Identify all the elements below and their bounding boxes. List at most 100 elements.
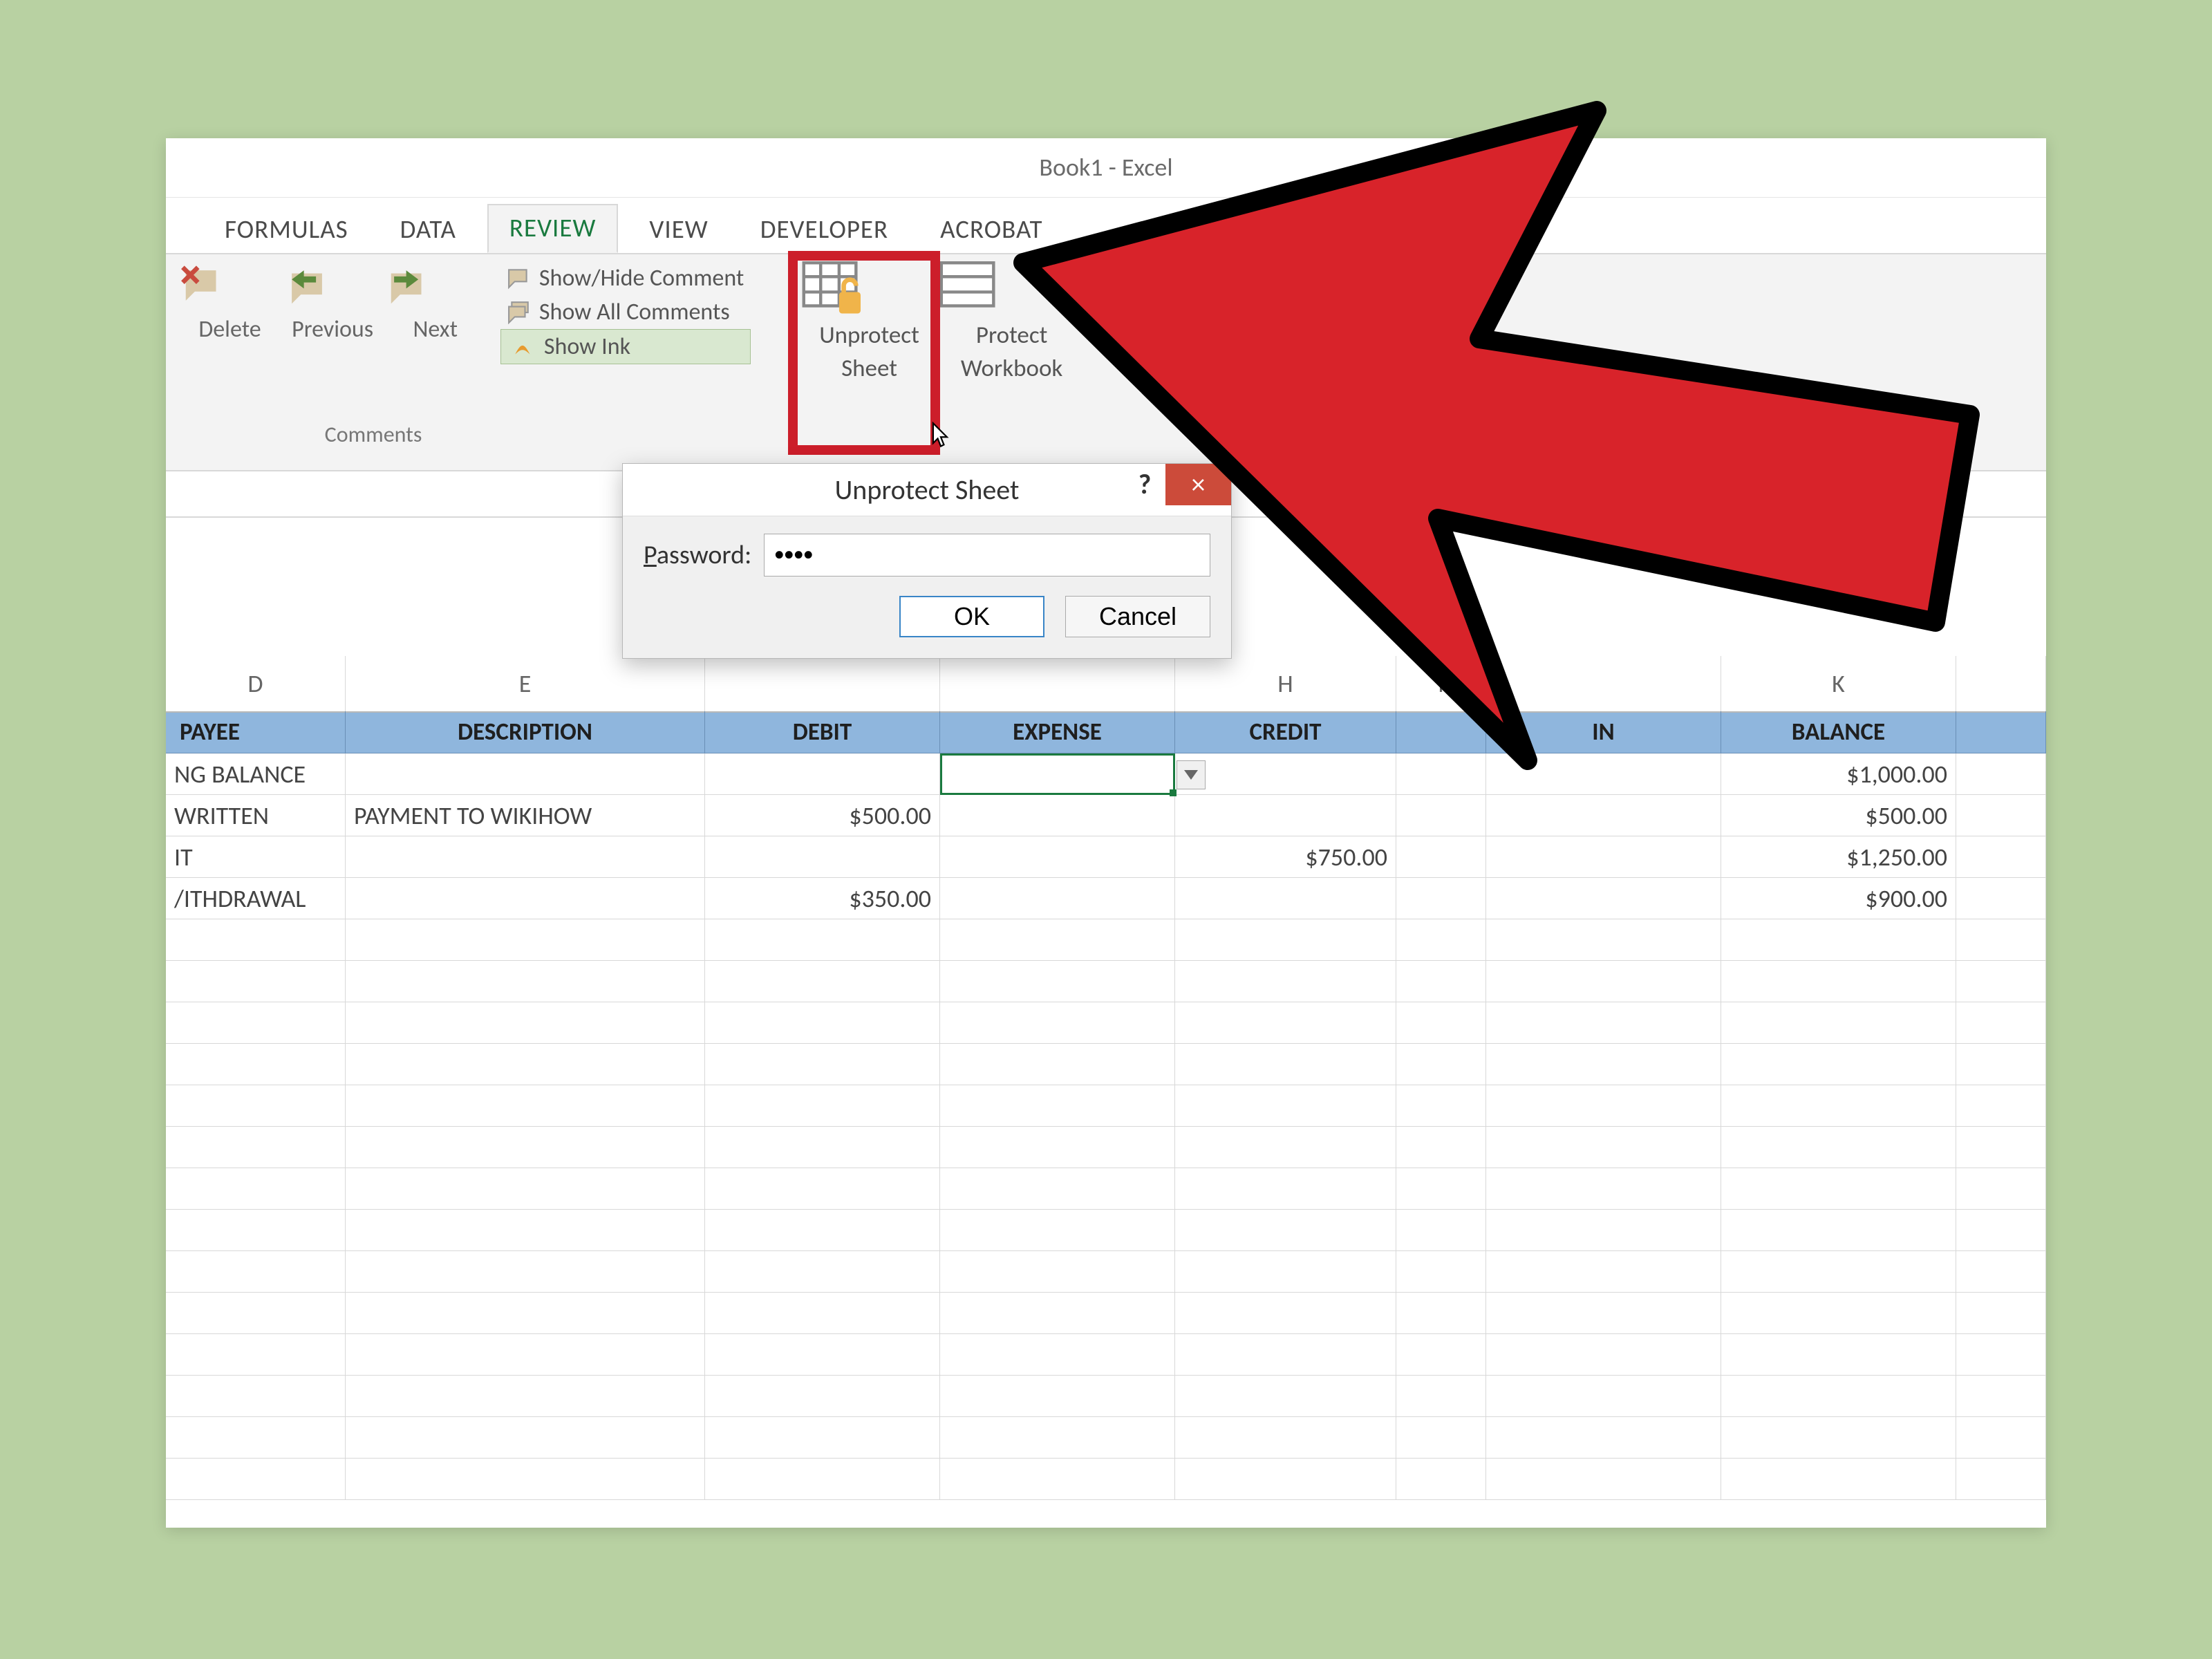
cell-payee[interactable] (166, 1459, 346, 1500)
unprotect-sheet-button[interactable]: Unprotect Sheet (802, 261, 937, 383)
cell-expense[interactable] (940, 1251, 1175, 1293)
cancel-button[interactable]: Cancel (1065, 596, 1210, 637)
cell-blank-l[interactable] (1956, 1044, 2046, 1085)
cell-expense[interactable] (940, 1085, 1175, 1127)
cell-debit[interactable] (705, 1168, 940, 1210)
cell-description[interactable] (346, 1459, 705, 1500)
cell-in[interactable] (1486, 1376, 1721, 1417)
cell-blank-i[interactable] (1396, 1376, 1486, 1417)
cell-payee[interactable] (166, 1085, 346, 1127)
delete-comment-button[interactable]: Delete (180, 261, 280, 344)
cell-blank-i[interactable] (1396, 1417, 1486, 1459)
cell-in[interactable] (1486, 1168, 1721, 1210)
cell-blank-i[interactable] (1396, 919, 1486, 961)
cell-in[interactable] (1486, 1334, 1721, 1376)
cell-credit[interactable]: $750.00 (1175, 836, 1396, 878)
cell-payee[interactable] (166, 1251, 346, 1293)
cell-blank-l[interactable] (1956, 961, 2046, 1002)
cell-debit[interactable] (705, 919, 940, 961)
cell-debit[interactable] (705, 1334, 940, 1376)
cell-credit[interactable] (1175, 1168, 1396, 1210)
cell-description[interactable]: PAYMENT TO WIKIHOW (346, 795, 705, 836)
cell-in[interactable] (1486, 1044, 1721, 1085)
cell-in[interactable] (1486, 1127, 1721, 1168)
cell-blank-i[interactable] (1396, 1044, 1486, 1085)
cell-description[interactable] (346, 1251, 705, 1293)
cell-expense[interactable] (940, 1293, 1175, 1334)
table-row[interactable] (166, 1334, 2046, 1376)
cell-expense[interactable] (940, 1334, 1175, 1376)
cell-description[interactable] (346, 1376, 705, 1417)
cell-description[interactable] (346, 919, 705, 961)
ok-button[interactable]: OK (899, 596, 1044, 637)
cell-debit[interactable] (705, 961, 940, 1002)
cell-blank-i[interactable] (1396, 1168, 1486, 1210)
cell-in[interactable] (1486, 1459, 1721, 1500)
cell-description[interactable] (346, 878, 705, 919)
cell-expense[interactable] (940, 1002, 1175, 1044)
cell-blank-l[interactable] (1956, 1417, 2046, 1459)
tab-review[interactable]: REVIEW (487, 204, 618, 253)
cell-in[interactable] (1486, 836, 1721, 878)
cell-credit[interactable] (1175, 1210, 1396, 1251)
cell-blank-i[interactable] (1396, 1251, 1486, 1293)
table-row[interactable] (166, 1044, 2046, 1085)
cell-blank-l[interactable] (1956, 878, 2046, 919)
cell-credit[interactable] (1175, 1044, 1396, 1085)
table-row[interactable] (166, 1168, 2046, 1210)
cell-payee[interactable] (166, 961, 346, 1002)
cell-expense[interactable] (940, 1168, 1175, 1210)
cell-blank-l[interactable] (1956, 1376, 2046, 1417)
table-row[interactable] (166, 1376, 2046, 1417)
cell-credit[interactable] (1175, 1376, 1396, 1417)
cell-debit[interactable] (705, 1210, 940, 1251)
col-D[interactable]: D (166, 656, 346, 713)
cell-blank-i[interactable] (1396, 1002, 1486, 1044)
cell-description[interactable] (346, 1210, 705, 1251)
cell-payee[interactable]: /ITHDRAWAL (166, 878, 346, 919)
cell-credit[interactable] (1175, 1334, 1396, 1376)
cell-debit[interactable] (705, 1459, 940, 1500)
cell-in[interactable] (1486, 1251, 1721, 1293)
cell-description[interactable] (346, 1334, 705, 1376)
cell-expense[interactable] (940, 919, 1175, 961)
cell-in[interactable] (1486, 878, 1721, 919)
previous-comment-button[interactable]: Previous (283, 261, 383, 344)
table-row[interactable]: IT$750.00$1,250.00 (166, 836, 2046, 878)
cell-in[interactable] (1486, 1417, 1721, 1459)
cell-debit[interactable] (705, 1417, 940, 1459)
cell-description[interactable] (346, 1417, 705, 1459)
show-hide-comment-button[interactable]: Show/Hide Comment (500, 261, 751, 295)
cell-expense[interactable] (940, 753, 1175, 795)
col-L[interactable] (1956, 656, 2046, 713)
cell-credit[interactable] (1175, 1251, 1396, 1293)
cell-balance[interactable] (1721, 1459, 1956, 1500)
cell-in[interactable] (1486, 795, 1721, 836)
cell-blank-i[interactable] (1396, 1334, 1486, 1376)
table-row[interactable] (166, 919, 2046, 961)
cell-blank-l[interactable] (1956, 1334, 2046, 1376)
table-row[interactable]: NG BALANCE$1,000.00 (166, 753, 2046, 795)
cell-balance[interactable] (1721, 1210, 1956, 1251)
cell-payee[interactable] (166, 1210, 346, 1251)
cell-expense[interactable] (940, 961, 1175, 1002)
cell-debit[interactable] (705, 1251, 940, 1293)
cell-balance[interactable] (1721, 1127, 1956, 1168)
cell-in[interactable] (1486, 961, 1721, 1002)
cell-blank-i[interactable] (1396, 1210, 1486, 1251)
cell-credit[interactable] (1175, 1417, 1396, 1459)
cell-expense[interactable] (940, 878, 1175, 919)
tab-developer[interactable]: DEVELOPER (740, 207, 909, 253)
cell-credit[interactable] (1175, 1127, 1396, 1168)
cell-expense[interactable] (940, 795, 1175, 836)
cell-description[interactable] (346, 1293, 705, 1334)
cell-balance[interactable] (1721, 919, 1956, 961)
cell-blank-l[interactable] (1956, 1127, 2046, 1168)
cell-blank-i[interactable] (1396, 795, 1486, 836)
cell-balance[interactable] (1721, 1085, 1956, 1127)
cell-in[interactable] (1486, 1293, 1721, 1334)
col-G[interactable] (940, 656, 1175, 713)
cell-blank-l[interactable] (1956, 836, 2046, 878)
cell-balance[interactable] (1721, 1002, 1956, 1044)
table-row[interactable] (166, 961, 2046, 1002)
